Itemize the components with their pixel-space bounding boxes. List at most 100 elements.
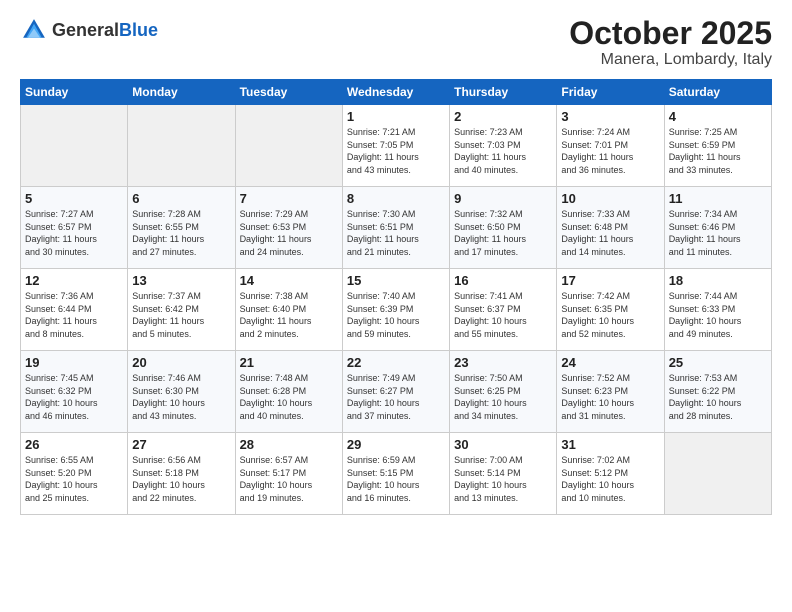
table-cell: 22 Sunrise: 7:49 AM Sunset: 6:27 PM Dayli…	[342, 351, 449, 433]
day-info: Sunrise: 7:28 AM Sunset: 6:55 PM Dayligh…	[132, 208, 230, 258]
day-number: 20	[132, 355, 230, 370]
day-number: 8	[347, 191, 445, 206]
table-cell: 23 Sunrise: 7:50 AM Sunset: 6:25 PM Dayli…	[450, 351, 557, 433]
day-number: 30	[454, 437, 552, 452]
day-info: Sunrise: 7:32 AM Sunset: 6:50 PM Dayligh…	[454, 208, 552, 258]
table-cell: 14 Sunrise: 7:38 AM Sunset: 6:40 PM Dayli…	[235, 269, 342, 351]
table-cell: 31Sunrise: 7:02 AM Sunset: 5:12 PM Dayli…	[557, 433, 664, 515]
col-thursday: Thursday	[450, 80, 557, 105]
day-number: 25	[669, 355, 767, 370]
table-cell: 5 Sunrise: 7:27 AM Sunset: 6:57 PM Daylig…	[21, 187, 128, 269]
logo-text-blue: Blue	[119, 20, 158, 40]
day-info: Sunrise: 7:00 AM Sunset: 5:14 PM Dayligh…	[454, 454, 552, 504]
day-number: 18	[669, 273, 767, 288]
day-info: Sunrise: 7:25 AM Sunset: 6:59 PM Dayligh…	[669, 126, 767, 176]
table-cell	[21, 105, 128, 187]
week-row-3: 12Sunrise: 7:36 AM Sunset: 6:44 PM Dayli…	[21, 269, 772, 351]
table-cell: 15 Sunrise: 7:40 AM Sunset: 6:39 PM Dayli…	[342, 269, 449, 351]
week-row-1: 1 Sunrise: 7:21 AM Sunset: 7:05 PM Daylig…	[21, 105, 772, 187]
table-cell: 18 Sunrise: 7:44 AM Sunset: 6:33 PM Dayli…	[664, 269, 771, 351]
day-number: 28	[240, 437, 338, 452]
day-number: 23	[454, 355, 552, 370]
table-cell: 8 Sunrise: 7:30 AM Sunset: 6:51 PM Daylig…	[342, 187, 449, 269]
day-info: Sunrise: 7:21 AM Sunset: 7:05 PM Dayligh…	[347, 126, 445, 176]
table-cell: 3Sunrise: 7:24 AM Sunset: 7:01 PM Daylig…	[557, 105, 664, 187]
day-number: 10	[561, 191, 659, 206]
day-info: Sunrise: 7:44 AM Sunset: 6:33 PM Dayligh…	[669, 290, 767, 340]
table-cell: 20 Sunrise: 7:46 AM Sunset: 6:30 PM Dayli…	[128, 351, 235, 433]
day-info: Sunrise: 7:30 AM Sunset: 6:51 PM Dayligh…	[347, 208, 445, 258]
table-cell	[235, 105, 342, 187]
logo: GeneralBlue	[20, 16, 158, 44]
table-cell: 9 Sunrise: 7:32 AM Sunset: 6:50 PM Daylig…	[450, 187, 557, 269]
calendar-header-row: Sunday Monday Tuesday Wednesday Thursday…	[21, 80, 772, 105]
day-info: Sunrise: 6:55 AM Sunset: 5:20 PM Dayligh…	[25, 454, 123, 504]
col-saturday: Saturday	[664, 80, 771, 105]
col-friday: Friday	[557, 80, 664, 105]
header: GeneralBlue October 2025 Manera, Lombard…	[20, 16, 772, 69]
table-cell: 2Sunrise: 7:23 AM Sunset: 7:03 PM Daylig…	[450, 105, 557, 187]
logo-icon	[20, 16, 48, 44]
table-cell: 11Sunrise: 7:34 AM Sunset: 6:46 PM Dayli…	[664, 187, 771, 269]
day-info: Sunrise: 7:42 AM Sunset: 6:35 PM Dayligh…	[561, 290, 659, 340]
day-number: 29	[347, 437, 445, 452]
day-info: Sunrise: 7:45 AM Sunset: 6:32 PM Dayligh…	[25, 372, 123, 422]
table-cell: 24 Sunrise: 7:52 AM Sunset: 6:23 PM Dayli…	[557, 351, 664, 433]
col-wednesday: Wednesday	[342, 80, 449, 105]
day-info: Sunrise: 7:53 AM Sunset: 6:22 PM Dayligh…	[669, 372, 767, 422]
table-cell: 16Sunrise: 7:41 AM Sunset: 6:37 PM Dayli…	[450, 269, 557, 351]
day-info: Sunrise: 7:36 AM Sunset: 6:44 PM Dayligh…	[25, 290, 123, 340]
day-number: 15	[347, 273, 445, 288]
table-cell: 19 Sunrise: 7:45 AM Sunset: 6:32 PM Dayli…	[21, 351, 128, 433]
day-number: 22	[347, 355, 445, 370]
table-cell: 10 Sunrise: 7:33 AM Sunset: 6:48 PM Dayli…	[557, 187, 664, 269]
table-cell: 29 Sunrise: 6:59 AM Sunset: 5:15 PM Dayli…	[342, 433, 449, 515]
day-number: 19	[25, 355, 123, 370]
day-info: Sunrise: 7:50 AM Sunset: 6:25 PM Dayligh…	[454, 372, 552, 422]
day-info: Sunrise: 7:48 AM Sunset: 6:28 PM Dayligh…	[240, 372, 338, 422]
day-info: Sunrise: 6:56 AM Sunset: 5:18 PM Dayligh…	[132, 454, 230, 504]
month-title: October 2025	[569, 16, 772, 51]
table-cell: 21 Sunrise: 7:48 AM Sunset: 6:28 PM Dayli…	[235, 351, 342, 433]
day-info: Sunrise: 7:27 AM Sunset: 6:57 PM Dayligh…	[25, 208, 123, 258]
day-number: 17	[561, 273, 659, 288]
day-info: Sunrise: 7:38 AM Sunset: 6:40 PM Dayligh…	[240, 290, 338, 340]
day-info: Sunrise: 7:49 AM Sunset: 6:27 PM Dayligh…	[347, 372, 445, 422]
table-cell	[128, 105, 235, 187]
day-number: 7	[240, 191, 338, 206]
day-info: Sunrise: 6:57 AM Sunset: 5:17 PM Dayligh…	[240, 454, 338, 504]
col-monday: Monday	[128, 80, 235, 105]
day-number: 4	[669, 109, 767, 124]
table-cell: 17 Sunrise: 7:42 AM Sunset: 6:35 PM Dayli…	[557, 269, 664, 351]
day-number: 31	[561, 437, 659, 452]
day-number: 1	[347, 109, 445, 124]
day-info: Sunrise: 7:52 AM Sunset: 6:23 PM Dayligh…	[561, 372, 659, 422]
day-info: Sunrise: 7:40 AM Sunset: 6:39 PM Dayligh…	[347, 290, 445, 340]
day-number: 27	[132, 437, 230, 452]
day-info: Sunrise: 7:46 AM Sunset: 6:30 PM Dayligh…	[132, 372, 230, 422]
day-number: 5	[25, 191, 123, 206]
day-number: 16	[454, 273, 552, 288]
day-number: 6	[132, 191, 230, 206]
table-cell: 25 Sunrise: 7:53 AM Sunset: 6:22 PM Dayli…	[664, 351, 771, 433]
title-block: October 2025 Manera, Lombardy, Italy	[569, 16, 772, 69]
day-number: 3	[561, 109, 659, 124]
day-number: 9	[454, 191, 552, 206]
calendar-table: Sunday Monday Tuesday Wednesday Thursday…	[20, 79, 772, 515]
day-number: 26	[25, 437, 123, 452]
table-cell: 13Sunrise: 7:37 AM Sunset: 6:42 PM Dayli…	[128, 269, 235, 351]
week-row-4: 19 Sunrise: 7:45 AM Sunset: 6:32 PM Dayli…	[21, 351, 772, 433]
week-row-2: 5 Sunrise: 7:27 AM Sunset: 6:57 PM Daylig…	[21, 187, 772, 269]
table-cell	[664, 433, 771, 515]
day-info: Sunrise: 7:34 AM Sunset: 6:46 PM Dayligh…	[669, 208, 767, 258]
day-number: 24	[561, 355, 659, 370]
day-info: Sunrise: 6:59 AM Sunset: 5:15 PM Dayligh…	[347, 454, 445, 504]
table-cell: 7Sunrise: 7:29 AM Sunset: 6:53 PM Daylig…	[235, 187, 342, 269]
day-number: 21	[240, 355, 338, 370]
week-row-5: 26 Sunrise: 6:55 AM Sunset: 5:20 PM Dayli…	[21, 433, 772, 515]
day-number: 14	[240, 273, 338, 288]
table-cell: 6 Sunrise: 7:28 AM Sunset: 6:55 PM Daylig…	[128, 187, 235, 269]
col-tuesday: Tuesday	[235, 80, 342, 105]
day-info: Sunrise: 7:33 AM Sunset: 6:48 PM Dayligh…	[561, 208, 659, 258]
day-number: 13	[132, 273, 230, 288]
